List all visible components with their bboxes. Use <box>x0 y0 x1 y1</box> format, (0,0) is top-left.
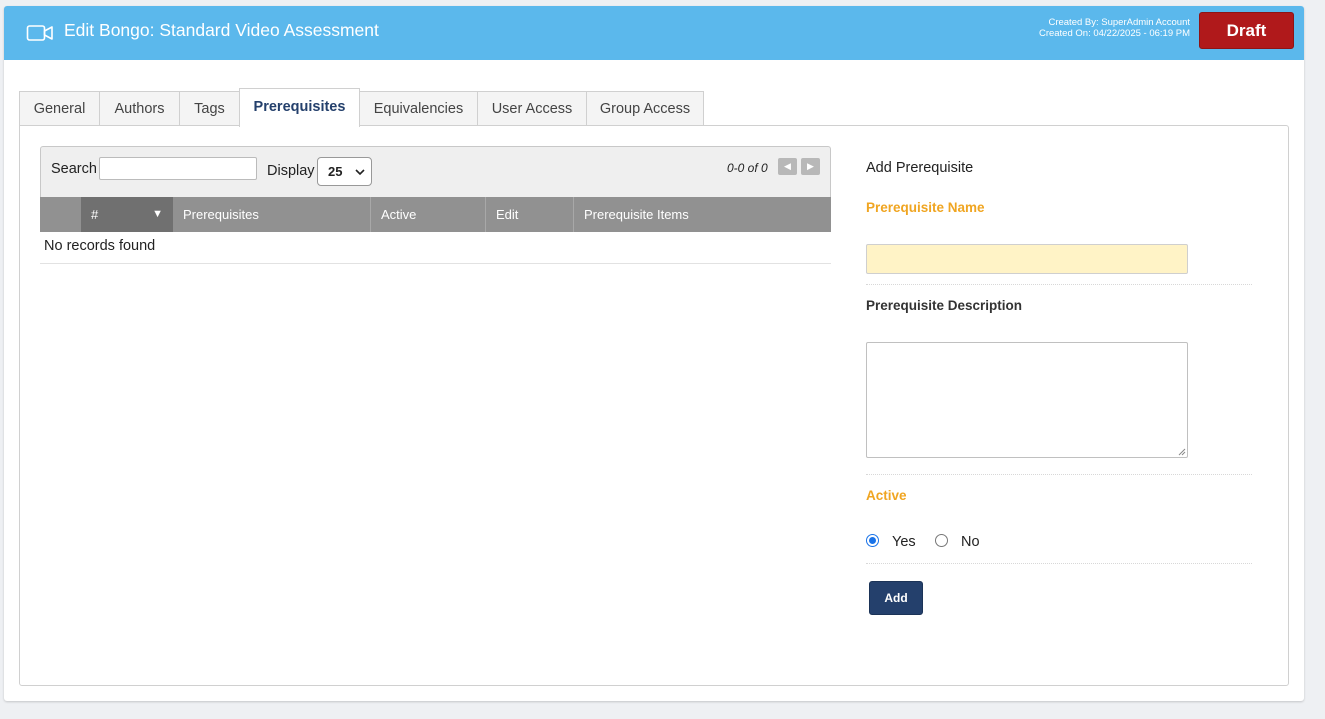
column-prerequisites[interactable]: Prerequisites <box>173 197 370 232</box>
empty-message: No records found <box>44 238 156 254</box>
video-camera-icon <box>26 25 53 41</box>
grid-toolbar: Search Display 25 0-0 of 0 ◀ ▶ <box>40 146 831 197</box>
tab-content: Search Display 25 0-0 of 0 ◀ ▶ # ▼ Prere… <box>19 125 1289 686</box>
form-title: Add Prerequisite <box>866 160 974 176</box>
column-number[interactable]: # ▼ <box>81 197 173 232</box>
resize-grip-icon[interactable] <box>1178 448 1186 456</box>
display-count-select[interactable]: 25 <box>317 157 372 186</box>
active-no-label[interactable]: No <box>961 534 980 550</box>
column-edit[interactable]: Edit <box>485 197 573 232</box>
search-input[interactable] <box>99 157 257 180</box>
arrow-left-icon: ◀ <box>784 161 791 171</box>
display-label: Display <box>267 163 315 179</box>
divider <box>866 474 1252 475</box>
search-label: Search <box>51 161 97 177</box>
page-title: Edit Bongo: Standard Video Assessment <box>64 20 379 40</box>
edit-panel: Edit Bongo: Standard Video Assessment Cr… <box>4 6 1304 701</box>
tab-equivalencies[interactable]: Equivalencies <box>359 91 478 127</box>
created-info: Created By: SuperAdmin Account Created O… <box>1039 17 1190 39</box>
tab-authors[interactable]: Authors <box>99 91 180 127</box>
column-active[interactable]: Active <box>370 197 485 232</box>
active-yes-label[interactable]: Yes <box>892 534 916 550</box>
page-header: Edit Bongo: Standard Video Assessment Cr… <box>4 6 1304 60</box>
tab-user-access[interactable]: User Access <box>477 91 587 127</box>
divider <box>866 563 1252 564</box>
prev-page-button[interactable]: ◀ <box>778 158 797 175</box>
prerequisite-description-textarea[interactable] <box>866 342 1188 458</box>
grid-divider <box>40 263 831 264</box>
arrow-right-icon: ▶ <box>807 161 814 171</box>
draft-status-button[interactable]: Draft <box>1199 12 1294 49</box>
display-count-value: 25 <box>328 164 343 179</box>
active-yes-radio[interactable] <box>866 534 879 547</box>
sort-desc-icon: ▼ <box>152 208 163 220</box>
active-no-radio[interactable] <box>935 534 948 547</box>
chevron-down-icon <box>355 169 365 176</box>
active-label: Active <box>866 488 907 503</box>
tab-group-access[interactable]: Group Access <box>586 91 704 127</box>
grid-header-row: # ▼ Prerequisites Active Edit Prerequisi… <box>40 197 831 232</box>
created-on: Created On: 04/22/2025 - 06:19 PM <box>1038 28 1190 39</box>
pager-status: 0-0 of 0 <box>727 161 768 175</box>
next-page-button[interactable]: ▶ <box>801 158 820 175</box>
tab-tags[interactable]: Tags <box>179 91 240 127</box>
column-prerequisite-items[interactable]: Prerequisite Items <box>573 197 831 232</box>
prerequisite-name-input[interactable] <box>866 244 1188 274</box>
prerequisite-name-label: Prerequisite Name <box>866 200 985 215</box>
tab-prerequisites[interactable]: Prerequisites <box>239 88 360 127</box>
prerequisite-description-label: Prerequisite Description <box>866 298 1023 313</box>
created-by: Created By: SuperAdmin Account <box>1048 17 1190 28</box>
add-button[interactable]: Add <box>869 581 923 615</box>
tab-general[interactable]: General <box>19 91 100 127</box>
divider <box>866 284 1252 285</box>
